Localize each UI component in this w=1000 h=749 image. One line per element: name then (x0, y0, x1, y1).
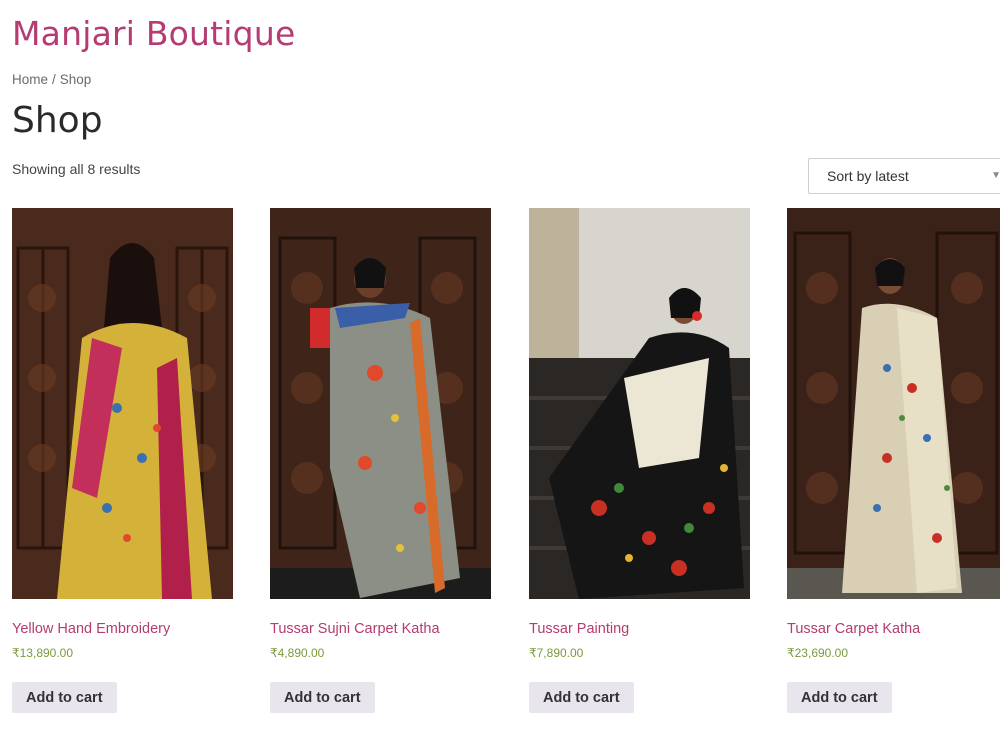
add-to-cart-button[interactable]: Add to cart (12, 682, 117, 713)
product-card: Tussar Carpet Katha ₹23,690.00 Add to ca… (787, 208, 1000, 713)
breadcrumb-separator: / (52, 72, 56, 87)
product-price: ₹4,890.00 (270, 646, 325, 660)
sort-dropdown[interactable]: Sort by latest ▼ (808, 158, 1000, 194)
product-image[interactable] (270, 208, 491, 599)
product-title-link[interactable]: Tussar Painting (529, 621, 629, 637)
add-to-cart-button[interactable]: Add to cart (270, 682, 375, 713)
product-title-link[interactable]: Tussar Sujni Carpet Katha (270, 621, 440, 637)
product-card: Tussar Painting ₹7,890.00 Add to cart (529, 208, 750, 713)
product-title-link[interactable]: Yellow Hand Embroidery (12, 621, 170, 637)
product-image[interactable] (12, 208, 233, 599)
product-image[interactable] (787, 208, 1000, 599)
product-title-link[interactable]: Tussar Carpet Katha (787, 621, 920, 637)
product-price: ₹13,890.00 (12, 646, 74, 660)
breadcrumb-current: Shop (59, 72, 92, 87)
product-card: Yellow Hand Embroidery ₹13,890.00 Add to… (12, 208, 233, 713)
add-to-cart-button[interactable]: Add to cart (787, 682, 892, 713)
site-title[interactable]: Manjari Boutique (12, 14, 295, 53)
result-count: Showing all 8 results (12, 161, 141, 177)
product-price: ₹23,690.00 (787, 646, 849, 660)
add-to-cart-button[interactable]: Add to cart (529, 682, 634, 713)
product-price: ₹7,890.00 (529, 646, 584, 660)
product-image[interactable] (529, 208, 750, 599)
breadcrumb: Home / Shop (12, 72, 91, 87)
sort-selected-value: Sort by latest (827, 168, 909, 184)
product-card: Tussar Sujni Carpet Katha ₹4,890.00 Add … (270, 208, 491, 713)
breadcrumb-home-link[interactable]: Home (12, 72, 48, 87)
chevron-down-icon: ▼ (991, 170, 1000, 181)
page-title: Shop (12, 100, 103, 141)
